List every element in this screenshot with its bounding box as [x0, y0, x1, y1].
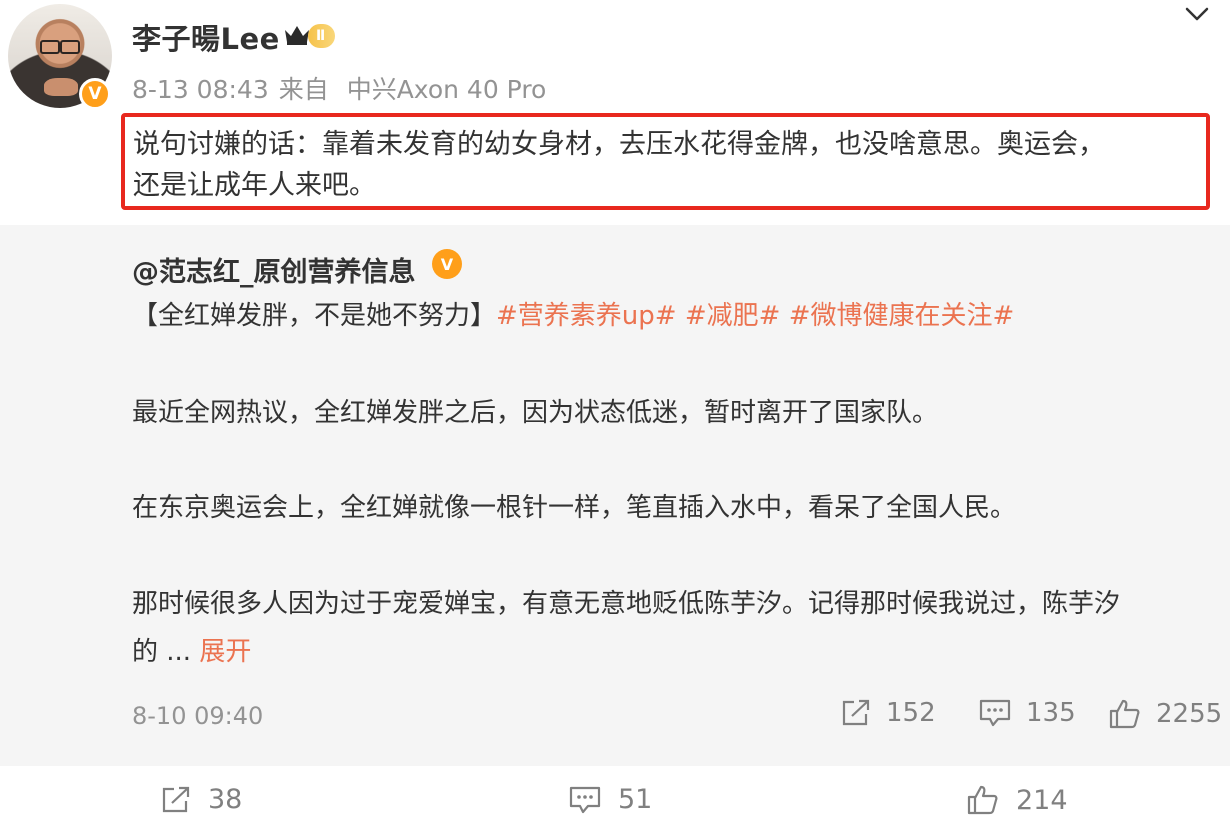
repost-paragraph-end: 的 ... 展开 — [132, 631, 251, 668]
repost-button[interactable]: 38 — [160, 784, 242, 815]
verified-icon: V — [432, 249, 462, 279]
source-prefix: 来自 — [278, 75, 329, 104]
avatar-hands — [44, 78, 78, 96]
repost-author[interactable]: @范志红_原创营养信息 — [132, 250, 416, 289]
post-text-line: 还是让成年人来吧。 — [133, 170, 376, 201]
repost-icon — [842, 699, 870, 726]
author-name[interactable]: 李子暘Lee — [132, 16, 280, 58]
source-device[interactable]: 中兴Axon 40 Pro — [347, 75, 547, 104]
repost-paragraph: 的 ... — [132, 637, 192, 667]
post-text: 说句讨嫌的话：靠着未发育的幼女身材，去压水花得金牌，也没啥意思。奥运会， 还是让… — [121, 113, 1210, 210]
like-button[interactable]: 214 — [966, 784, 1068, 816]
repost-repost-count[interactable]: 152 — [840, 698, 936, 728]
post-text-line: 说句讨嫌的话：靠着未发育的幼女身材，去压水花得金牌，也没啥意思。奥运会， — [133, 129, 1105, 160]
repost-paragraph: 那时候很多人因为过于宠爱婵宝，有意无意地贬低陈芋汐。记得那时候我说过，陈芋汐 — [132, 589, 1121, 619]
like-count: 214 — [1016, 784, 1068, 816]
repost-count: 38 — [208, 784, 243, 815]
repost-count: 152 — [886, 698, 936, 728]
topic-link[interactable]: #营养素养up# — [496, 301, 677, 331]
topic-link[interactable]: #微博健康在关注# — [789, 301, 1015, 331]
post-meta: 8-13 08:43 来自 中兴Axon 40 Pro — [132, 70, 546, 106]
repost-time: 8-10 09:40 — [132, 702, 264, 730]
avatar-glasses — [40, 40, 80, 54]
comment-count: 135 — [1026, 698, 1076, 728]
repost-icon — [162, 786, 190, 812]
topic-link[interactable]: #减肥# — [685, 301, 781, 331]
verified-icon: V — [79, 78, 111, 110]
comment-icon — [569, 786, 601, 813]
comment-icon — [979, 699, 1011, 727]
repost-title-line: 【全红婵发胖，不是她不努力】#营养素养up# #减肥# #微博健康在关注# — [132, 295, 1014, 332]
repost-paragraph: 在东京奥运会上，全红婵就像一根针一样，笔直插入水中，看呆了全国人民。 — [132, 493, 1017, 523]
crown-icon — [285, 26, 309, 45]
chevron-down-icon[interactable] — [1183, 2, 1211, 26]
level-badge: Ⅱ — [308, 24, 336, 48]
expand-link[interactable]: 展开 — [199, 637, 251, 667]
reposted-content[interactable]: @范志红_原创营养信息 V 【全红婵发胖，不是她不努力】#营养素养up# #减肥… — [0, 225, 1230, 766]
post-time: 8-13 08:43 — [132, 75, 269, 104]
weibo-post: V 李子暘Lee Ⅱ 8-13 08:43 来自 中兴Axon 40 Pro 说句… — [0, 0, 1230, 820]
comment-count: 51 — [618, 784, 653, 815]
like-count: 2255 — [1156, 699, 1223, 729]
repost-comment-count[interactable]: 135 — [978, 698, 1076, 728]
repost-like-count[interactable]: 2255 — [1108, 698, 1222, 730]
repost-paragraph: 最近全网热议，全红婵发胖之后，因为状态低迷，暂时离开了国家队。 — [132, 398, 939, 428]
comment-button[interactable]: 51 — [568, 784, 652, 815]
like-icon — [1109, 699, 1140, 729]
like-icon — [967, 785, 998, 815]
repost-title: 【全红婵发胖，不是她不努力】 — [132, 301, 497, 331]
